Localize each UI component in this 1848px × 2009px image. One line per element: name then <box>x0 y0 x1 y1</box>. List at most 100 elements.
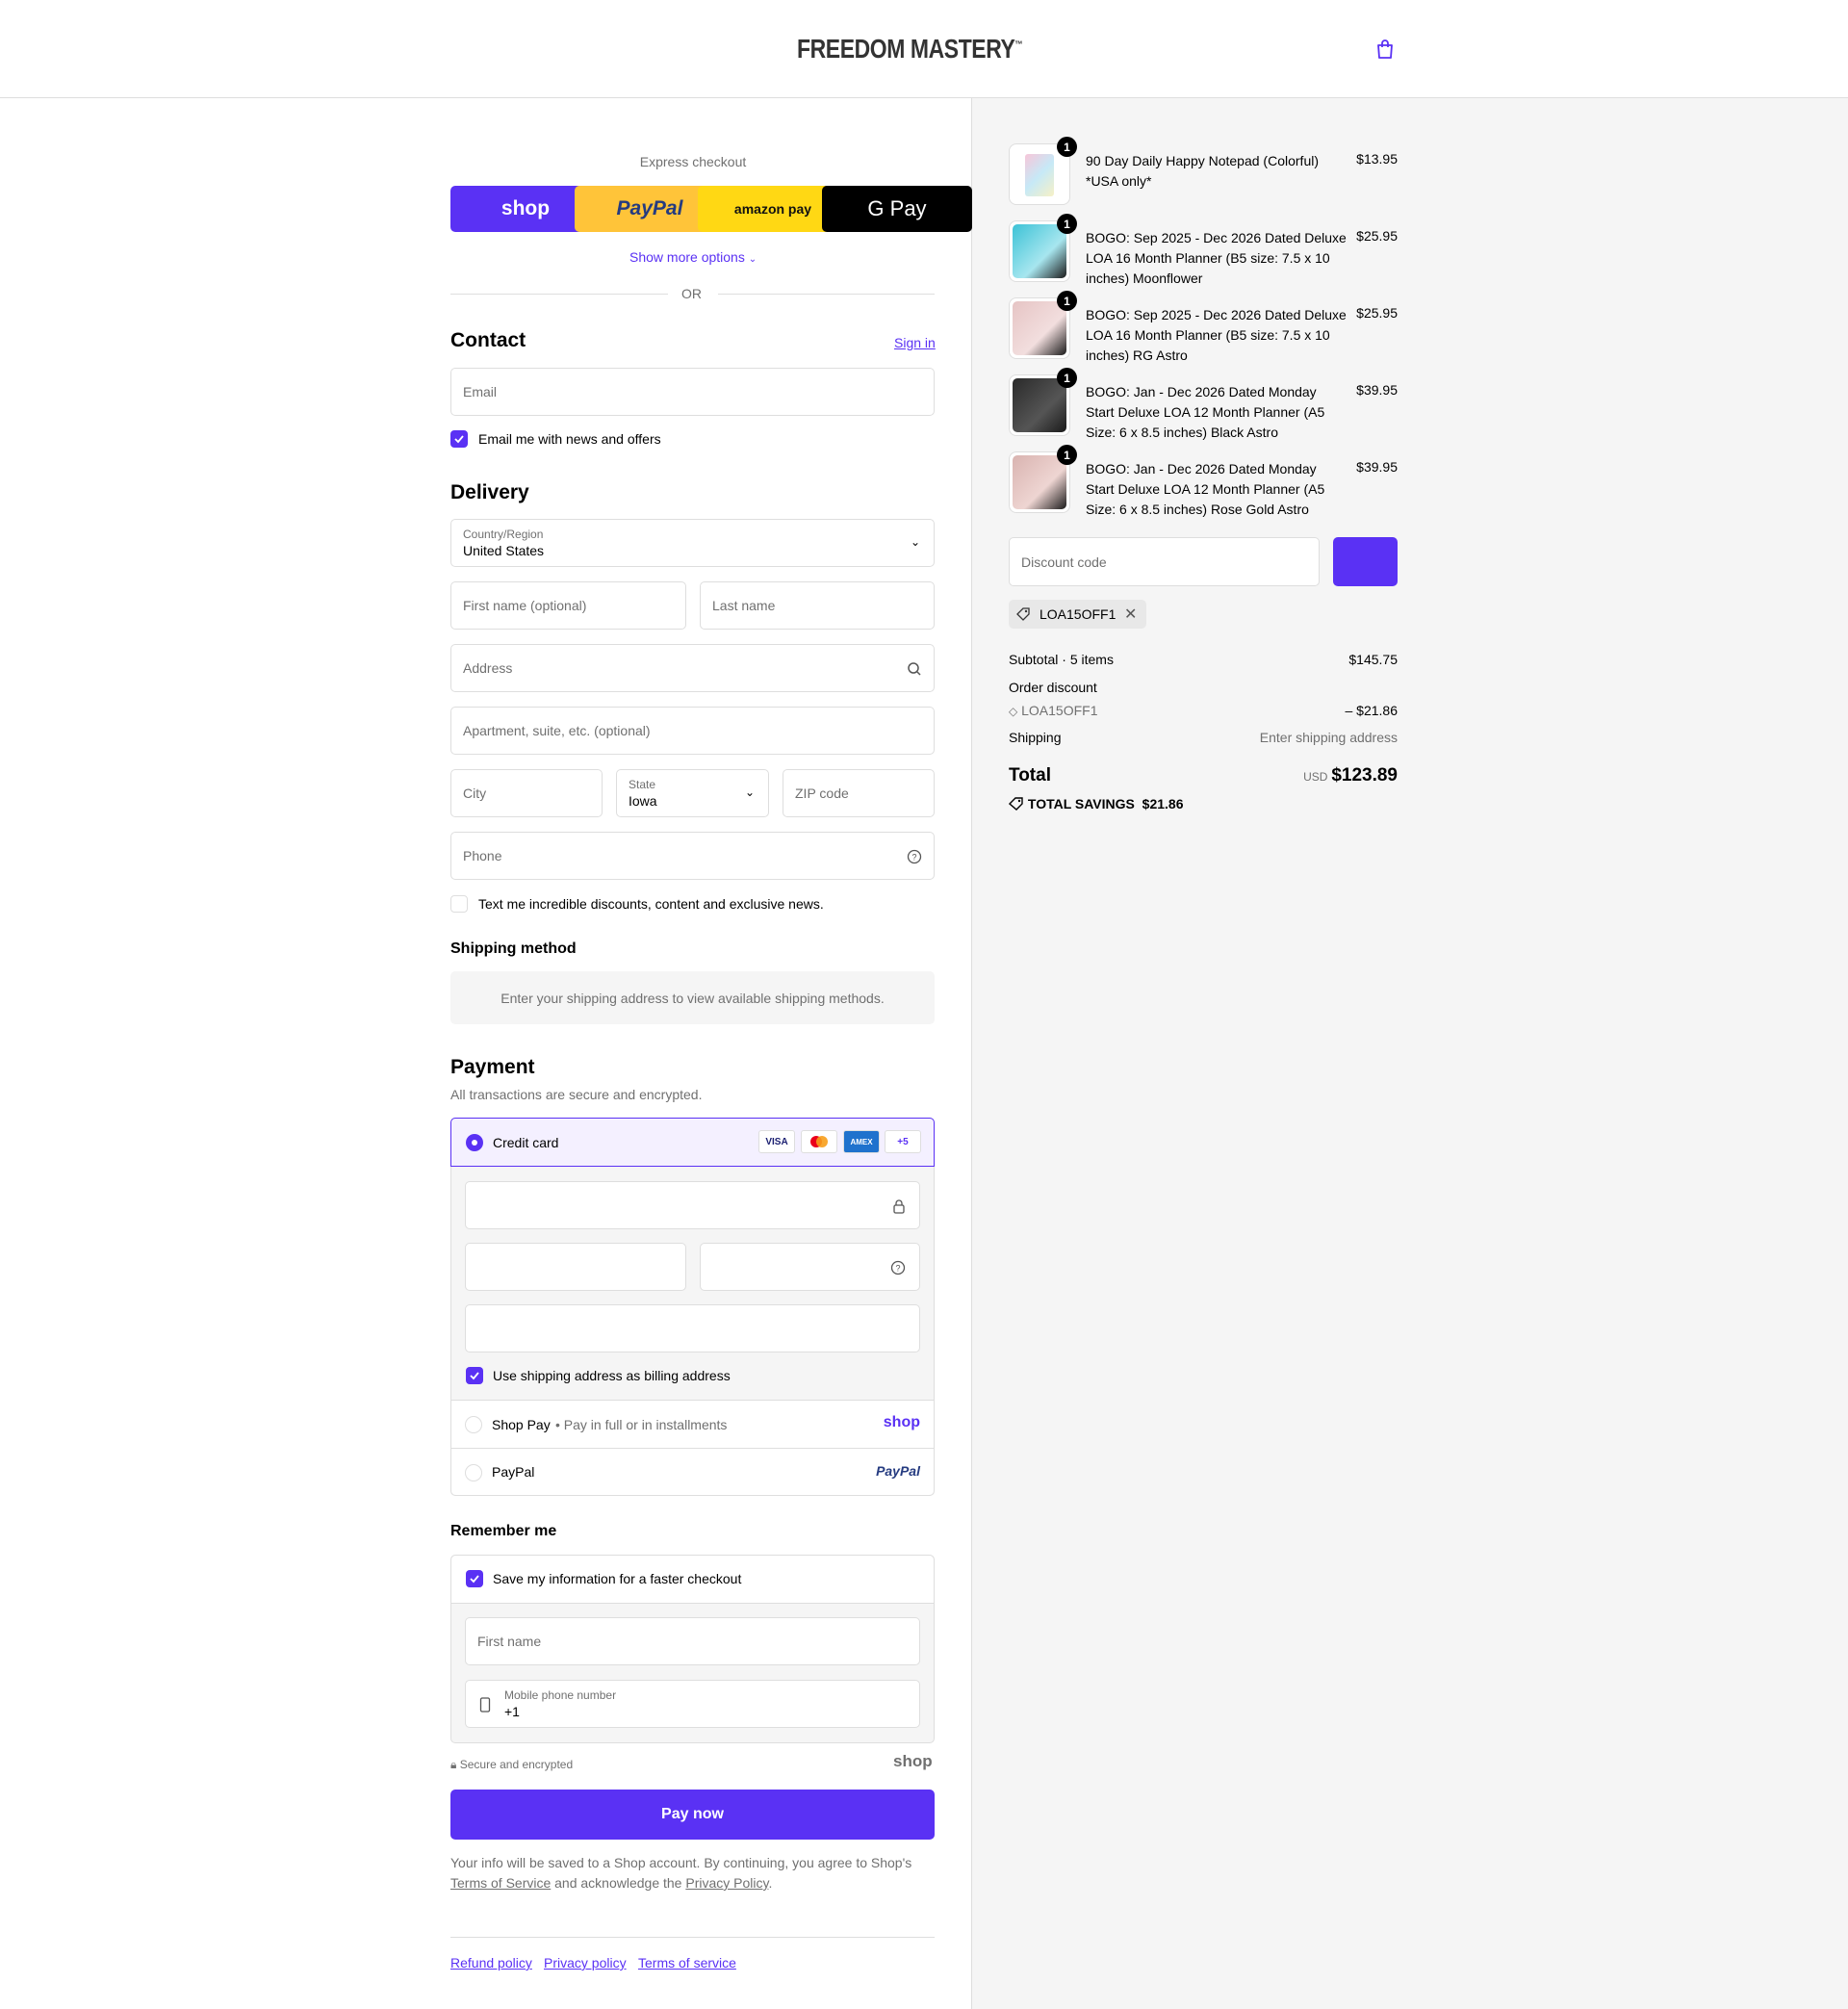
save-info-label: Save my information for a faster checkou… <box>493 1571 742 1586</box>
brand-logo[interactable]: FREEDOM MASTERY™ <box>787 19 1057 79</box>
tag-icon: ◇ <box>1009 705 1018 718</box>
privacy-policy-link[interactable]: Privacy policy <box>544 1955 627 1970</box>
card-cvv-field[interactable]: ? <box>700 1243 920 1291</box>
svg-text:?: ? <box>911 853 916 863</box>
discount-amount: – $21.86 <box>1345 703 1399 718</box>
state-select[interactable]: State Iowa ⌄ <box>616 769 769 817</box>
privacy-policy-inline-link[interactable]: Privacy Policy <box>685 1875 768 1891</box>
mobile-phone-icon <box>479 1697 491 1713</box>
last-name-field[interactable]: Last name <box>700 581 935 630</box>
discount-code-field[interactable]: Discount code <box>1009 537 1320 586</box>
shop-pay-logo: shop <box>883 1414 920 1430</box>
delivery-heading: Delivery <box>450 481 529 503</box>
name-on-card-field[interactable] <box>465 1304 920 1352</box>
shop-pay-sub: • Pay in full or in installments <box>555 1417 728 1432</box>
item-name: BOGO: Jan - Dec 2026 Dated Monday Start … <box>1086 384 1325 440</box>
apply-discount-button[interactable] <box>1333 537 1398 586</box>
secure-encrypted-note: 🔒︎ Secure and encrypted <box>450 1758 574 1771</box>
paypal-radio[interactable] <box>465 1464 482 1481</box>
cart-bag-icon[interactable] <box>1374 39 1396 60</box>
email-news-checkbox[interactable] <box>450 430 468 448</box>
trademark: ™ <box>1014 39 1023 51</box>
subtotal-label: Subtotal · 5 items <box>1009 652 1114 667</box>
billing-same-label: Use shipping address as billing address <box>493 1368 731 1383</box>
phone-field[interactable]: Phone ? <box>450 832 935 880</box>
address-field[interactable]: Address <box>450 644 935 692</box>
more-cards-badge: +5 <box>885 1130 921 1153</box>
card-number-field[interactable] <box>465 1181 920 1229</box>
terms-of-service-link[interactable]: Terms of Service <box>450 1875 551 1891</box>
total-value: USD $123.89 <box>1303 765 1398 786</box>
zip-field[interactable]: ZIP code <box>783 769 935 817</box>
item-price: $39.95 <box>1356 459 1398 475</box>
divider-left <box>450 294 668 295</box>
brand-name: FREEDOM MASTERY <box>797 34 1015 64</box>
remember-first-name-field[interactable]: First name <box>465 1617 920 1665</box>
help-circle-icon[interactable]: ? <box>890 1260 906 1275</box>
amex-icon: AMEX <box>843 1130 880 1153</box>
shipping-method-heading: Shipping method <box>450 940 577 957</box>
divider-right <box>718 294 935 295</box>
cart-item: 1 BOGO: Jan - Dec 2026 Dated Monday Star… <box>1009 368 1398 440</box>
product-image <box>1013 378 1066 432</box>
mobile-phone-field[interactable]: Mobile phone number +1 <box>465 1680 920 1728</box>
product-image <box>1013 301 1066 355</box>
shipping-label: Shipping <box>1009 730 1062 745</box>
mastercard-icon <box>801 1130 837 1153</box>
paypal-option[interactable]: PayPal PayPal <box>451 1448 934 1495</box>
cart-item: 1 BOGO: Sep 2025 - Dec 2026 Dated Deluxe… <box>1009 291 1398 363</box>
subtotal-value: $145.75 <box>1348 652 1398 667</box>
city-field[interactable]: City <box>450 769 603 817</box>
shop-pay-radio[interactable] <box>465 1416 482 1433</box>
payment-subtitle: All transactions are secure and encrypte… <box>450 1087 703 1102</box>
item-name: BOGO: Jan - Dec 2026 Dated Monday Start … <box>1086 461 1325 517</box>
email-field[interactable]: Email <box>450 368 935 416</box>
cart-item: 1 90 Day Daily Happy Notepad (Colorful) … <box>1009 137 1398 205</box>
refund-policy-link[interactable]: Refund policy <box>450 1955 532 1970</box>
shop-pay-option[interactable]: Shop Pay • Pay in full or in installment… <box>451 1400 934 1448</box>
terms-of-service-footer-link[interactable]: Terms of service <box>638 1955 736 1970</box>
item-name: BOGO: Sep 2025 - Dec 2026 Dated Deluxe L… <box>1086 230 1347 286</box>
email-news-label: Email me with news and offers <box>478 431 661 447</box>
item-price: $13.95 <box>1356 151 1398 167</box>
google-pay-express-button[interactable]: G Pay <box>822 186 972 232</box>
paypal-label: PayPal <box>492 1464 535 1480</box>
sms-opt-in-checkbox[interactable] <box>450 895 468 913</box>
help-circle-icon[interactable]: ? <box>907 849 922 864</box>
item-price: $25.95 <box>1356 305 1398 321</box>
shop-logo: shop <box>893 1752 933 1770</box>
payment-heading: Payment <box>450 1056 535 1078</box>
save-info-checkbox[interactable] <box>466 1570 483 1587</box>
visa-icon: VISA <box>758 1130 795 1153</box>
show-more-options-link[interactable]: Show more options ⌄ <box>629 249 757 265</box>
discount-code-line: ◇ LOA15OFF1 <box>1009 703 1098 718</box>
product-image <box>1025 154 1054 196</box>
quantity-badge: 1 <box>1057 137 1077 157</box>
currency-label: USD <box>1303 770 1328 784</box>
paypal-logo: PayPal <box>876 1463 920 1479</box>
pay-now-button[interactable]: Pay now <box>450 1790 935 1840</box>
quantity-badge: 1 <box>1057 445 1077 465</box>
remove-code-icon[interactable]: ✕ <box>1124 605 1137 624</box>
total-amount: $123.89 <box>1331 765 1398 786</box>
shipping-method-notice: Enter your shipping address to view avai… <box>450 971 935 1024</box>
contact-heading: Contact <box>450 329 526 351</box>
item-price: $25.95 <box>1356 228 1398 244</box>
credit-card-radio[interactable] <box>466 1134 483 1151</box>
country-select[interactable]: Country/Region United States ⌄ <box>450 519 935 567</box>
first-name-field[interactable]: First name (optional) <box>450 581 686 630</box>
product-image <box>1013 224 1066 278</box>
order-discount-label: Order discount <box>1009 680 1097 695</box>
lock-icon <box>893 1199 905 1214</box>
card-expiry-field[interactable] <box>465 1243 686 1291</box>
item-name: 90 Day Daily Happy Notepad (Colorful) *U… <box>1086 153 1319 189</box>
lock-icon: 🔒︎ <box>450 1758 457 1771</box>
chevron-down-icon: ⌄ <box>748 254 757 265</box>
sms-opt-in-label: Text me incredible discounts, content an… <box>478 896 824 912</box>
chevron-down-icon: ⌄ <box>744 786 755 799</box>
applied-code-tag: LOA15OFF1 ✕ <box>1009 600 1146 629</box>
sign-in-link[interactable]: Sign in <box>894 335 936 350</box>
apartment-field[interactable]: Apartment, suite, etc. (optional) <box>450 707 935 755</box>
billing-same-checkbox[interactable] <box>466 1367 483 1384</box>
tag-icon <box>1016 607 1030 621</box>
